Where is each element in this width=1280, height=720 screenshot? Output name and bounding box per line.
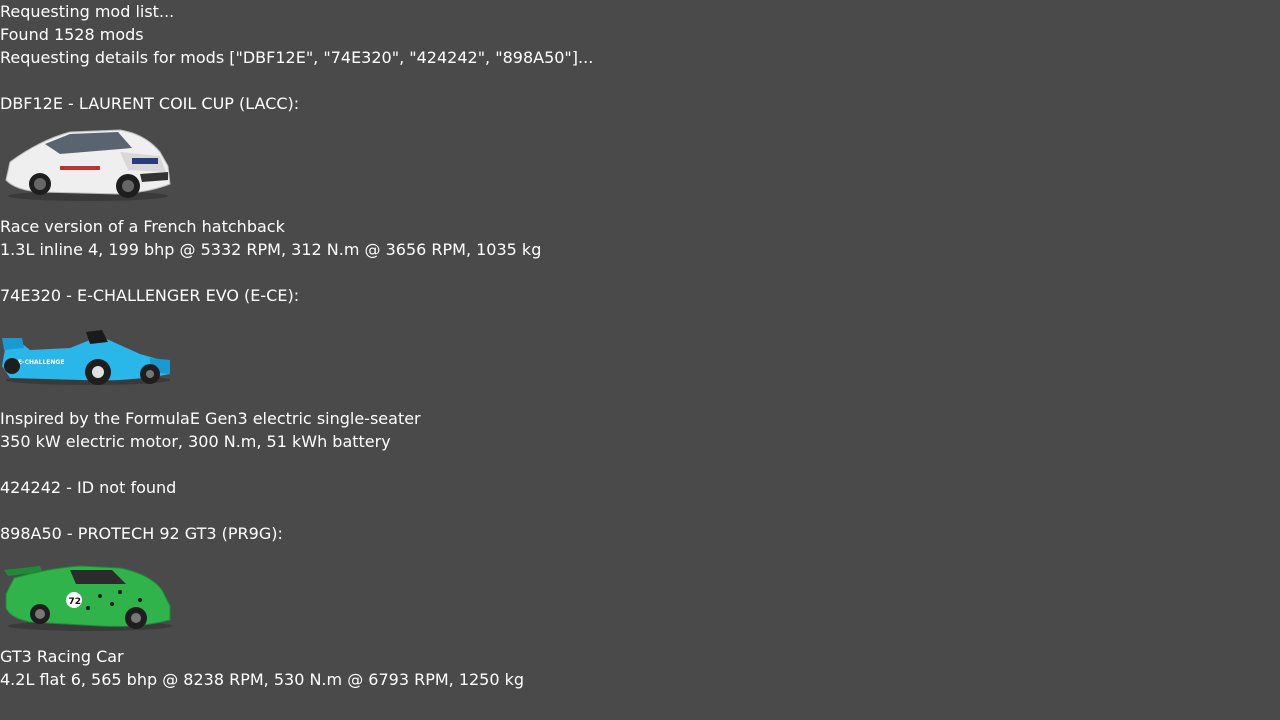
white-hatchback-race-car-image xyxy=(0,122,172,204)
mod-description: Inspired by the FormulaE Gen3 electric s… xyxy=(0,409,421,428)
mod-header: DBF12E - LAURENT COIL CUP (LACC): xyxy=(0,94,300,113)
mod-specs: 4.2L flat 6, 565 bhp @ 8238 RPM, 530 N.m… xyxy=(0,670,525,689)
mod-description: Race version of a French hatchback xyxy=(0,217,285,236)
log-line-requesting-details: Requesting details for mods ["DBF12E", "… xyxy=(0,48,594,67)
blue-formula-e-car-image: E-CHALLENGE xyxy=(0,314,172,396)
log-line-requesting-list: Requesting mod list... xyxy=(0,2,175,21)
mod-specs: 1.3L inline 4, 199 bhp @ 5332 RPM, 312 N… xyxy=(0,240,542,259)
mod-header: 74E320 - E-CHALLENGER EVO (E-CE): xyxy=(0,286,300,305)
mod-specs: 350 kW electric motor, 300 N.m, 51 kWh b… xyxy=(0,432,391,451)
console-output: Requesting mod list... Found 1528 mods R… xyxy=(0,0,1280,720)
livery-text: 72 xyxy=(69,597,82,607)
mod-header-not-found: 424242 - ID not found xyxy=(0,478,177,497)
log-line-found-count: Found 1528 mods xyxy=(0,25,144,44)
mod-header: 898A50 - PROTECH 92 GT3 (PR9G): xyxy=(0,524,283,543)
green-gt3-race-car-image: 72 xyxy=(0,556,172,638)
livery-text: E-CHALLENGE xyxy=(18,359,64,366)
mod-description: GT3 Racing Car xyxy=(0,647,124,666)
